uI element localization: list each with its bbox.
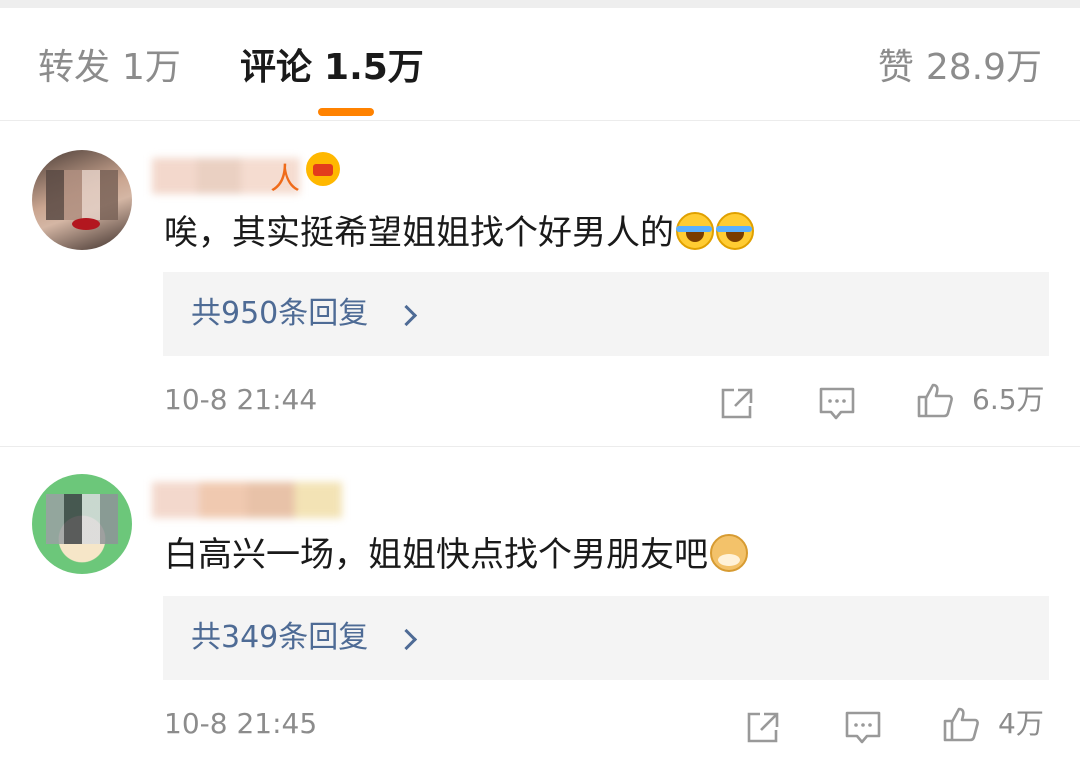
comment-item: 人 唉，其实挺希望姐姐找个好男人的 共950条回复 10-8 21:44 6.5… (0, 128, 1080, 447)
laugh-cry-icon (716, 212, 754, 250)
comment-item: 白高兴一场，姐姐快点找个男朋友吧 共349条回复 10-8 21:45 4万 (0, 452, 1080, 770)
avatar[interactable] (32, 474, 132, 574)
username-blurred[interactable] (152, 482, 342, 518)
share-icon[interactable] (744, 710, 782, 746)
like-count: 4万 (998, 707, 1044, 740)
chevron-right-icon (395, 628, 418, 651)
tab-comments-label: 评论 (240, 47, 313, 88)
top-divider (0, 0, 1080, 8)
avatar-pixelation (46, 494, 118, 544)
chevron-right-icon (395, 304, 418, 327)
crown-icon (306, 152, 340, 186)
avatar-detail (72, 218, 100, 230)
replies-button[interactable]: 共950条回复 (163, 272, 1049, 356)
replies-label: 共950条回复 (191, 296, 369, 331)
replies-label: 共349条回复 (191, 620, 369, 655)
comment-icon[interactable] (844, 710, 882, 746)
tab-likes[interactable]: 赞 28.9万 (878, 48, 1042, 88)
tab-comments[interactable]: 评论 1.5万 (240, 48, 424, 88)
comment-text: 白高兴一场，姐姐快点找个男朋友吧 (164, 532, 748, 578)
tab-likes-count: 28.9万 (925, 47, 1042, 88)
tab-reposts-label: 转发 (38, 47, 111, 88)
replies-button[interactable]: 共349条回复 (163, 596, 1049, 680)
like-icon[interactable] (916, 382, 954, 418)
like-count: 6.5万 (972, 383, 1045, 416)
avatar-pixelation (46, 170, 118, 220)
tab-reposts-count: 1万 (122, 47, 181, 88)
comment-body: 白高兴一场，姐姐快点找个男朋友吧 (164, 535, 708, 575)
comment-timestamp: 10-8 21:45 (164, 707, 318, 740)
tab-comments-count: 1.5万 (324, 47, 424, 88)
comment-text: 唉，其实挺希望姐姐找个好男人的 (164, 210, 754, 256)
like-icon[interactable] (942, 706, 980, 742)
comment-body: 唉，其实挺希望姐姐找个好男人的 (164, 213, 674, 253)
laugh-cry-icon (676, 212, 714, 250)
username-suffix: 人 (270, 162, 300, 197)
tab-reposts[interactable]: 转发 1万 (38, 48, 181, 88)
active-tab-indicator (318, 108, 374, 116)
tab-bar: 转发 1万 评论 1.5万 赞 28.9万 (0, 8, 1080, 121)
comment-icon[interactable] (818, 386, 856, 422)
share-icon[interactable] (718, 386, 756, 422)
comment-timestamp: 10-8 21:44 (164, 383, 318, 416)
tab-likes-label: 赞 (877, 47, 914, 88)
doge-icon (710, 534, 748, 572)
avatar[interactable] (32, 150, 132, 250)
